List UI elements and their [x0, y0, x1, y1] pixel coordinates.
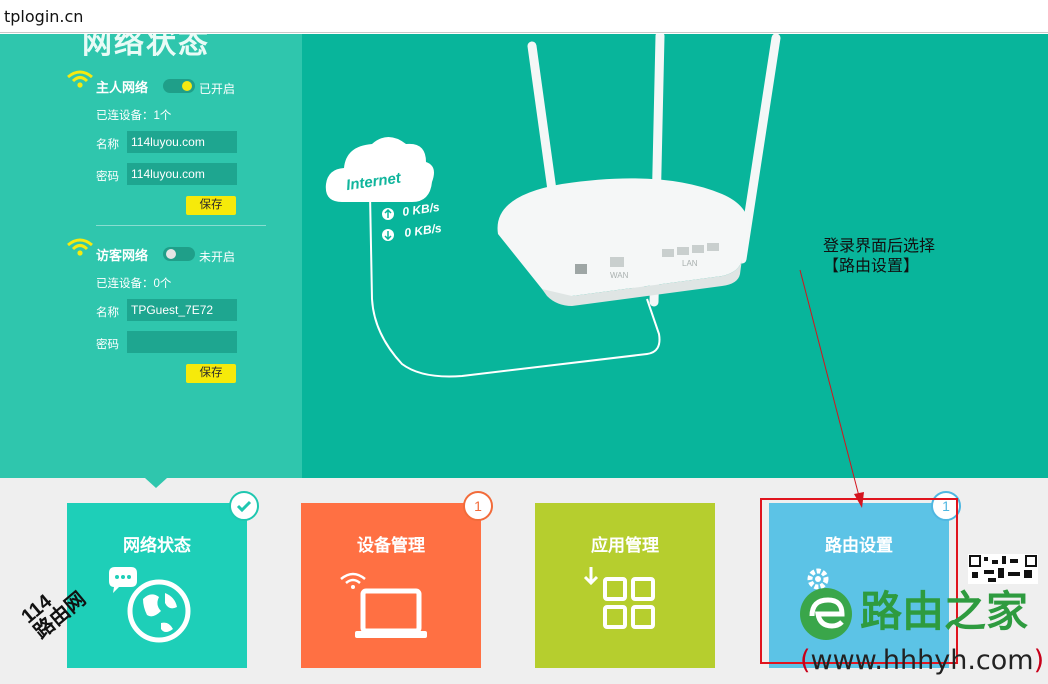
watermark-logo: 路由之家 [798, 584, 1048, 642]
url-close-paren: ) [1033, 645, 1045, 676]
url-text: www.hhhyh.com [810, 645, 1034, 676]
watermark-url: (www.hhhyh.com) [800, 645, 1044, 676]
logo-icon [800, 588, 852, 640]
qr-code-icon [968, 554, 1038, 584]
watermark-logo-text: 路由之家 [860, 587, 1029, 636]
url-open-paren: ( [800, 645, 811, 676]
annotation-arrow [799, 269, 864, 508]
